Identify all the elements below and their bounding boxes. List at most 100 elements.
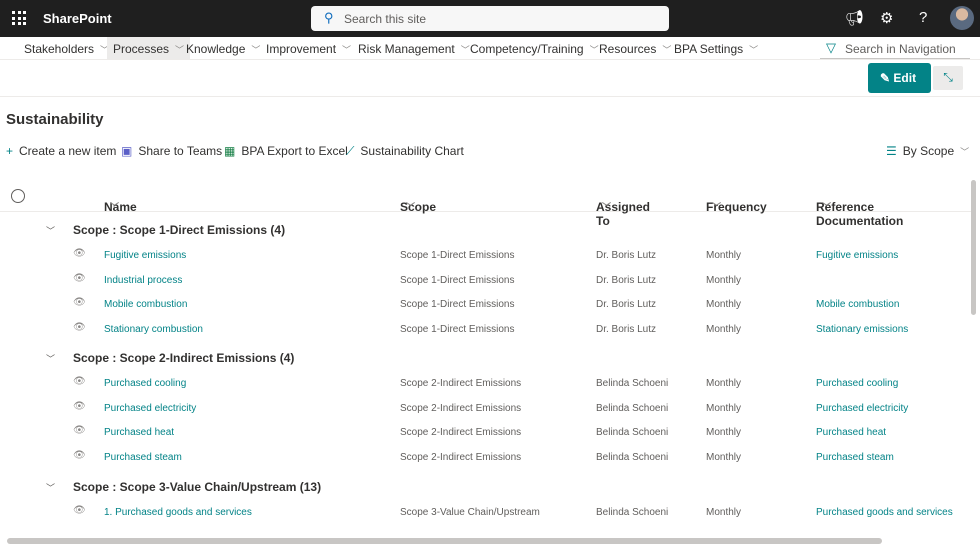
- scope-cell: Scope 2-Indirect Emissions: [400, 402, 522, 414]
- line-chart-icon: ⟋: [346, 144, 355, 158]
- eye-icon[interactable]: 👁︎: [73, 401, 86, 412]
- item-name-link[interactable]: 1. Purchased goods and services: [104, 507, 252, 518]
- filter-icon: ▽: [826, 40, 836, 55]
- nav-item-bpa-settings[interactable]: BPA Settings ﹀: [668, 37, 764, 59]
- reference-doc-link[interactable]: Stationary emissions: [816, 324, 908, 335]
- chevron-down-icon: ﹀: [749, 45, 759, 55]
- group-label: Scope : Scope 2-Indirect Emissions (4): [73, 351, 295, 365]
- gear-icon[interactable]: ⚙: [880, 9, 893, 27]
- page-title: Sustainability: [6, 111, 104, 128]
- eye-icon[interactable]: 👁︎: [73, 450, 86, 461]
- frequency-cell: Monthly: [706, 378, 742, 389]
- eye-icon[interactable]: 👁︎: [73, 273, 86, 284]
- scope-cell: Scope 1-Direct Emissions: [400, 323, 515, 335]
- create-item-button[interactable]: + Create a new item: [6, 144, 116, 158]
- reference-doc-link[interactable]: Purchased steam: [816, 452, 894, 463]
- export-excel-button[interactable]: ▦ BPA Export to Excel: [224, 144, 348, 158]
- nav-item-knowledge[interactable]: Knowledge ﹀: [180, 37, 266, 59]
- group-label: Scope : Scope 3-Value Chain/Upstream (13…: [73, 480, 322, 494]
- reference-doc-link[interactable]: Fugitive emissions: [816, 250, 898, 261]
- eye-icon[interactable]: 👁︎: [73, 425, 86, 436]
- reference-doc-link[interactable]: Purchased heat: [816, 427, 886, 438]
- eye-icon[interactable]: 👁︎: [73, 297, 86, 308]
- eye-icon[interactable]: 👁︎: [73, 376, 86, 387]
- reference-doc-link[interactable]: Purchased goods and services: [816, 507, 953, 518]
- vertical-scrollbar[interactable]: [971, 180, 976, 315]
- help-icon[interactable]: ?: [919, 9, 927, 26]
- collapse-icon[interactable]: ⤡: [933, 66, 963, 90]
- assigned-to-cell: Dr. Boris Lutz: [596, 250, 657, 261]
- item-name-link[interactable]: Purchased electricity: [104, 403, 196, 414]
- chevron-down-icon[interactable]: ﹀: [46, 481, 55, 494]
- nav-item-competency-training[interactable]: Competency/Training ﹀: [464, 37, 605, 59]
- eye-icon[interactable]: 👁︎: [73, 322, 86, 333]
- assigned-to-cell: Belinda Schoeni: [596, 378, 669, 389]
- reference-doc-link[interactable]: Mobile combustion: [816, 299, 899, 310]
- table-row[interactable]: 👁︎ 1. Purchased goods and services Scope…: [0, 505, 975, 531]
- assigned-to-cell: Dr. Boris Lutz: [596, 323, 657, 335]
- table-row[interactable]: 👁︎ Purchased steam Scope 2-Indirect Emis…: [0, 450, 975, 476]
- sustainability-chart-button[interactable]: ⟋ Sustainability Chart: [346, 144, 464, 159]
- select-all-checkbox[interactable]: [11, 189, 25, 203]
- chevron-down-icon[interactable]: ﹀: [46, 352, 55, 365]
- edit-button[interactable]: ✎ Edit: [868, 63, 931, 93]
- assigned-to-cell: Belinda Schoeni: [596, 427, 669, 438]
- nav-item-processes[interactable]: Processes ﹀: [107, 37, 191, 59]
- frequency-cell: Monthly: [706, 427, 742, 438]
- frequency-cell: Monthly: [706, 274, 742, 286]
- eye-icon[interactable]: 👁︎: [73, 505, 86, 516]
- item-name-link[interactable]: Industrial process: [104, 275, 182, 286]
- plus-icon: +: [6, 144, 14, 158]
- chevron-down-icon[interactable]: ﹀: [46, 224, 55, 237]
- site-search-input[interactable]: ⚲ Search this site: [311, 6, 669, 31]
- table-row[interactable]: 👁︎ Purchased cooling Scope 2-Indirect Em…: [0, 376, 975, 402]
- app-name[interactable]: SharePoint: [43, 11, 112, 26]
- eye-icon[interactable]: 👁︎: [73, 248, 86, 259]
- frequency-cell: Monthly: [706, 507, 742, 518]
- item-name-link[interactable]: Purchased cooling: [104, 378, 186, 389]
- item-name-link[interactable]: Mobile combustion: [104, 299, 187, 310]
- pencil-icon: ✎: [880, 71, 891, 85]
- nav-item-resources[interactable]: Resources ﹀: [593, 37, 677, 59]
- item-name-link[interactable]: Purchased steam: [104, 452, 182, 463]
- reference-doc-link[interactable]: Purchased cooling: [816, 378, 898, 389]
- avatar[interactable]: [950, 6, 974, 30]
- frequency-cell: Monthly: [706, 250, 742, 261]
- horizontal-scrollbar[interactable]: [7, 538, 882, 544]
- list-header: Name ﹀ Scope ﹀ Assigned To ﹀ Frequency ﹀ Ref…: [0, 182, 975, 228]
- scope-cell: Scope 1-Direct Emissions: [400, 299, 515, 310]
- search-icon: ⚲: [324, 10, 334, 25]
- item-name-link[interactable]: Purchased heat: [104, 427, 174, 438]
- item-name-link[interactable]: Stationary combustion: [104, 324, 203, 335]
- frequency-cell: Monthly: [706, 451, 742, 463]
- table-row[interactable]: 👁︎ Mobile combustion Scope 1-Direct Emis…: [0, 297, 975, 323]
- page-toolbar: ✎ Edit ⤡: [0, 60, 980, 97]
- search-placeholder: Search this site: [344, 12, 427, 26]
- scope-cell: Scope 2-Indirect Emissions: [400, 451, 522, 463]
- nav-item-improvement[interactable]: Improvement ﹀: [260, 37, 357, 59]
- chevron-down-icon: ﹀: [960, 147, 970, 157]
- table-row[interactable]: 👁︎ Fugitive emissions Scope 1-Direct Emi…: [0, 248, 975, 274]
- assigned-to-cell: Belinda Schoeni: [596, 451, 669, 463]
- app-launcher-icon[interactable]: [12, 11, 26, 25]
- excel-icon: ▦: [224, 144, 236, 158]
- megaphone-icon[interactable]: 📢︎: [845, 9, 864, 27]
- item-name-link[interactable]: Fugitive emissions: [104, 250, 186, 261]
- view-selector[interactable]: ☰ By Scope ﹀: [886, 144, 969, 158]
- scope-cell: Scope 2-Indirect Emissions: [400, 427, 522, 438]
- table-row[interactable]: 👁︎ Industrial process Scope 1-Direct Emi…: [0, 273, 975, 299]
- table-row[interactable]: 👁︎ Purchased electricity Scope 2-Indirec…: [0, 401, 975, 427]
- nav-search-input[interactable]: ▽ Search in Navigation: [820, 37, 970, 59]
- nav-item-stakeholders[interactable]: Stakeholders ﹀: [18, 37, 115, 59]
- frequency-cell: Monthly: [706, 299, 742, 310]
- table-row[interactable]: 👁︎ Purchased heat Scope 2-Indirect Emiss…: [0, 425, 975, 451]
- reference-doc-link[interactable]: Purchased electricity: [816, 403, 908, 414]
- group-label: Scope : Scope 1-Direct Emissions (4): [73, 223, 286, 237]
- share-to-teams-button[interactable]: ▣ Share to Teams: [121, 144, 222, 158]
- scope-cell: Scope 1-Direct Emissions: [400, 274, 515, 286]
- nav-item-risk-management[interactable]: Risk Management ﹀: [352, 37, 476, 59]
- scope-cell: Scope 1-Direct Emissions: [400, 250, 515, 261]
- table-row[interactable]: 👁︎ Stationary combustion Scope 1-Direct …: [0, 322, 975, 348]
- frequency-cell: Monthly: [706, 402, 742, 414]
- view-list-icon: ☰: [886, 144, 897, 158]
